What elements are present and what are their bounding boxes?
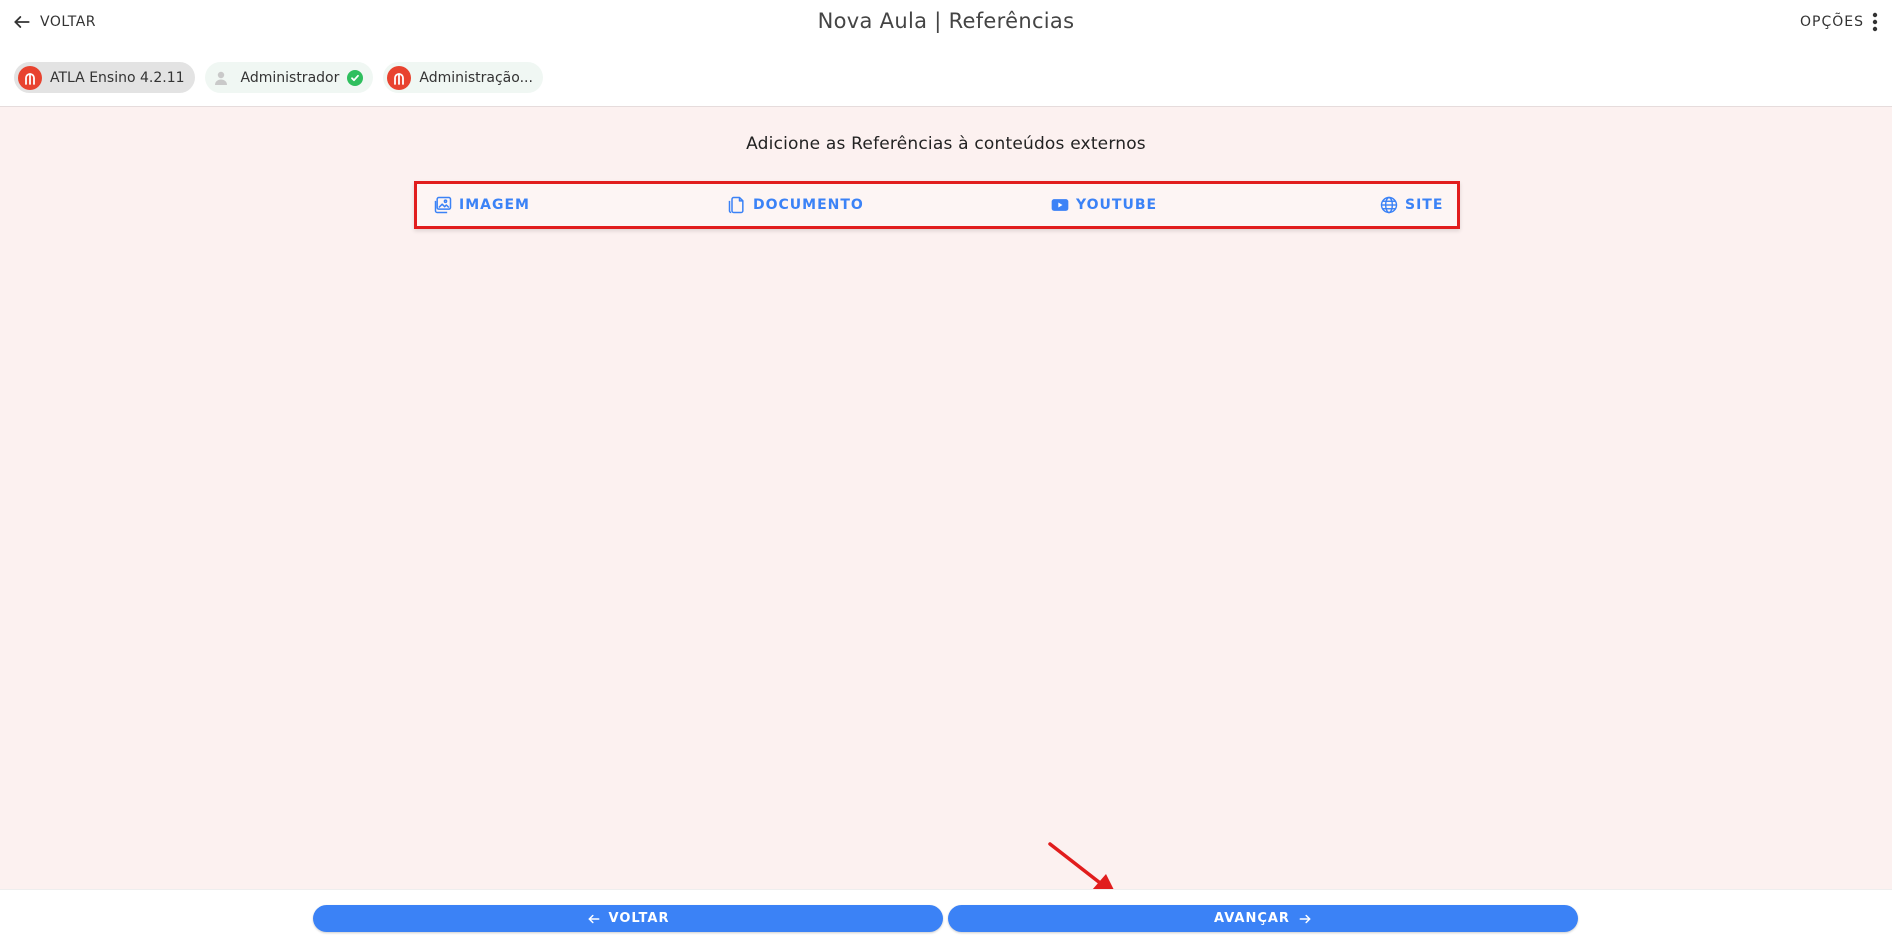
add-image-label: IMAGEM: [459, 197, 530, 213]
context-chips: ATLA Ensino 4.2.11 Administrador Adminis…: [14, 62, 543, 93]
chip-user-role-label: Administrador: [240, 69, 340, 86]
image-icon: [434, 196, 452, 214]
atla-logo-icon: [18, 65, 42, 90]
chip-institution-label: Administração...: [419, 69, 533, 86]
add-youtube-label: YOUTUBE: [1076, 197, 1158, 213]
main-content: Adicione as Referências à conteúdos exte…: [0, 107, 1892, 889]
check-circle-icon: [347, 69, 364, 86]
atla-logo-icon: [387, 65, 412, 90]
add-youtube-button[interactable]: YOUTUBE: [1050, 184, 1157, 226]
arrow-right-icon: [1299, 914, 1311, 923]
footer-back-label: VOLTAR: [608, 911, 670, 926]
globe-icon: [1380, 196, 1398, 214]
document-icon: [728, 196, 744, 214]
add-site-label: SITE: [1405, 197, 1444, 213]
options-label: OPÇÕES: [1800, 14, 1864, 30]
chip-user-role[interactable]: Administrador: [204, 62, 374, 93]
chip-app-version-label: ATLA Ensino 4.2.11: [50, 69, 185, 86]
add-site-button[interactable]: SITE: [1379, 184, 1443, 226]
add-document-button[interactable]: DOCUMENTO: [727, 184, 864, 226]
chip-institution[interactable]: Administração...: [383, 62, 543, 93]
options-button[interactable]: OPÇÕES: [1800, 12, 1878, 32]
user-avatar-icon: [209, 66, 233, 90]
chip-app-version[interactable]: ATLA Ensino 4.2.11: [14, 62, 195, 93]
more-vertical-icon: [1872, 12, 1878, 32]
app-header: VOLTAR Nova Aula | Referências OPÇÕES AT…: [0, 0, 1892, 107]
references-subtitle: Adicione as Referências à conteúdos exte…: [746, 134, 1146, 154]
footer-navigation: VOLTAR AVANÇAR: [0, 889, 1892, 944]
add-document-label: DOCUMENTO: [753, 197, 864, 213]
reference-type-toolbar: IMAGEM DOCUMENTO YOUTUBE SITE: [414, 181, 1460, 229]
arrow-left-icon: [588, 914, 599, 923]
add-image-button[interactable]: IMAGEM: [433, 184, 530, 226]
page-title: Nova Aula | Referências: [817, 9, 1075, 33]
youtube-icon: [1051, 199, 1069, 211]
footer-back-button[interactable]: VOLTAR: [313, 905, 943, 932]
next-label: AVANÇAR: [1214, 911, 1290, 926]
next-button[interactable]: AVANÇAR: [948, 905, 1578, 932]
